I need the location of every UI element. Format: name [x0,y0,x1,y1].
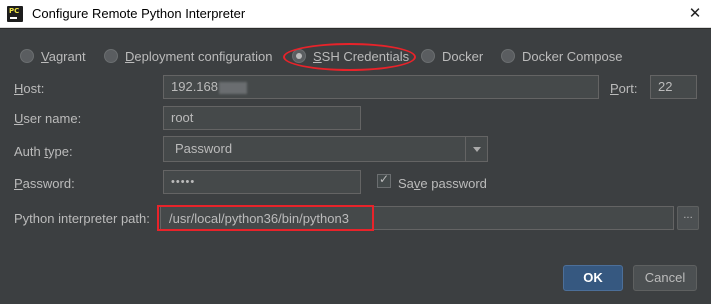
user-name-field[interactable]: root [163,106,361,130]
radio-icon[interactable] [20,49,34,63]
auth-type-label: Auth type: [14,144,73,159]
pycharm-logo-icon: PC [7,6,23,22]
window-title: Configure Remote Python Interpreter [32,6,246,21]
cancel-button[interactable]: Cancel [633,265,697,291]
radio-icon[interactable] [501,49,515,63]
auth-type-select[interactable]: Password [163,136,488,162]
auth-type-value: Password [175,141,233,156]
radio-option-vagrant[interactable]: Vagrant [20,47,86,65]
chevron-down-icon[interactable] [465,137,487,161]
user-name-label: User name: [14,111,82,126]
radio-icon[interactable] [104,49,118,63]
host-label: Host: [14,81,45,96]
ssh-highlight-annotation [283,43,416,71]
interpreter-path-label: Python interpreter path: [14,211,150,226]
save-password-label: Save password [398,176,487,191]
save-password-checkbox[interactable] [377,172,391,188]
password-field[interactable]: ••••• [163,170,361,194]
host-field[interactable]: 192.168 [163,75,599,99]
close-icon[interactable]: ✕ [686,3,704,23]
radio-option-deployment-configuration[interactable]: Deployment configuration [104,47,272,65]
divider [0,28,711,29]
port-field[interactable]: 22 [650,75,697,99]
port-label: Port: [610,81,638,96]
redacted-blur [219,81,247,94]
radio-icon[interactable] [421,49,435,63]
title-bar: PC Configure Remote Python Interpreter ✕ [0,0,711,28]
interpreter-highlight-annotation [157,205,374,231]
password-label: Password: [14,176,75,191]
browse-button[interactable]: ... [677,206,699,230]
radio-option-docker-compose[interactable]: Docker Compose [501,47,622,65]
ok-button[interactable]: OK [563,265,623,291]
radio-option-docker[interactable]: Docker [421,47,483,65]
